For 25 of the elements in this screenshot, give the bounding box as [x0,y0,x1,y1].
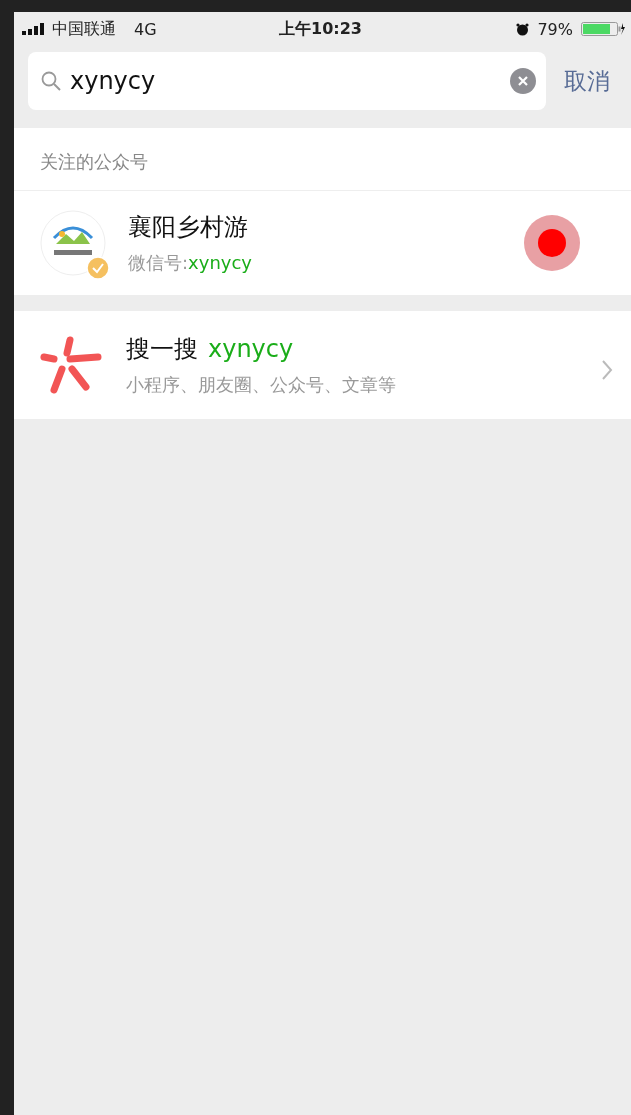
clock-time: 上午10:23 [279,18,362,40]
battery-icon [581,21,625,37]
search-icon [40,70,62,92]
cancel-button[interactable]: 取消 [564,65,610,97]
search-everywhere-subtitle: 小程序、朋友圈、公众号、文章等 [126,373,396,397]
network-type: 4G [134,19,157,39]
battery-percent: 79% [537,19,573,39]
account-name: 襄阳乡村游 [128,212,249,243]
logo-icon [40,210,106,276]
search-input[interactable]: xynycy [68,66,504,96]
carrier-name: 中国联通 [52,18,116,40]
search-everywhere-item[interactable]: 搜一搜 xynycy 小程序、朋友圈、公众号、文章等 [14,311,631,419]
search-everywhere-title: 搜一搜 [126,334,198,365]
alarm-icon [516,22,530,36]
account-id: xynycy [188,252,252,273]
search-query: xynycy [208,335,294,363]
sparkle-icon [40,335,104,395]
clear-icon[interactable] [510,68,536,94]
section-title: 关注的公众号 [14,128,631,191]
chevron-right-icon [601,359,613,381]
touch-indicator-icon [523,214,581,272]
id-label: 微信号: [128,252,189,273]
account-item[interactable]: 襄阳乡村游 微信号:xynycy [14,191,631,295]
search-field[interactable]: xynycy [28,52,546,110]
signal-icon [22,23,46,35]
